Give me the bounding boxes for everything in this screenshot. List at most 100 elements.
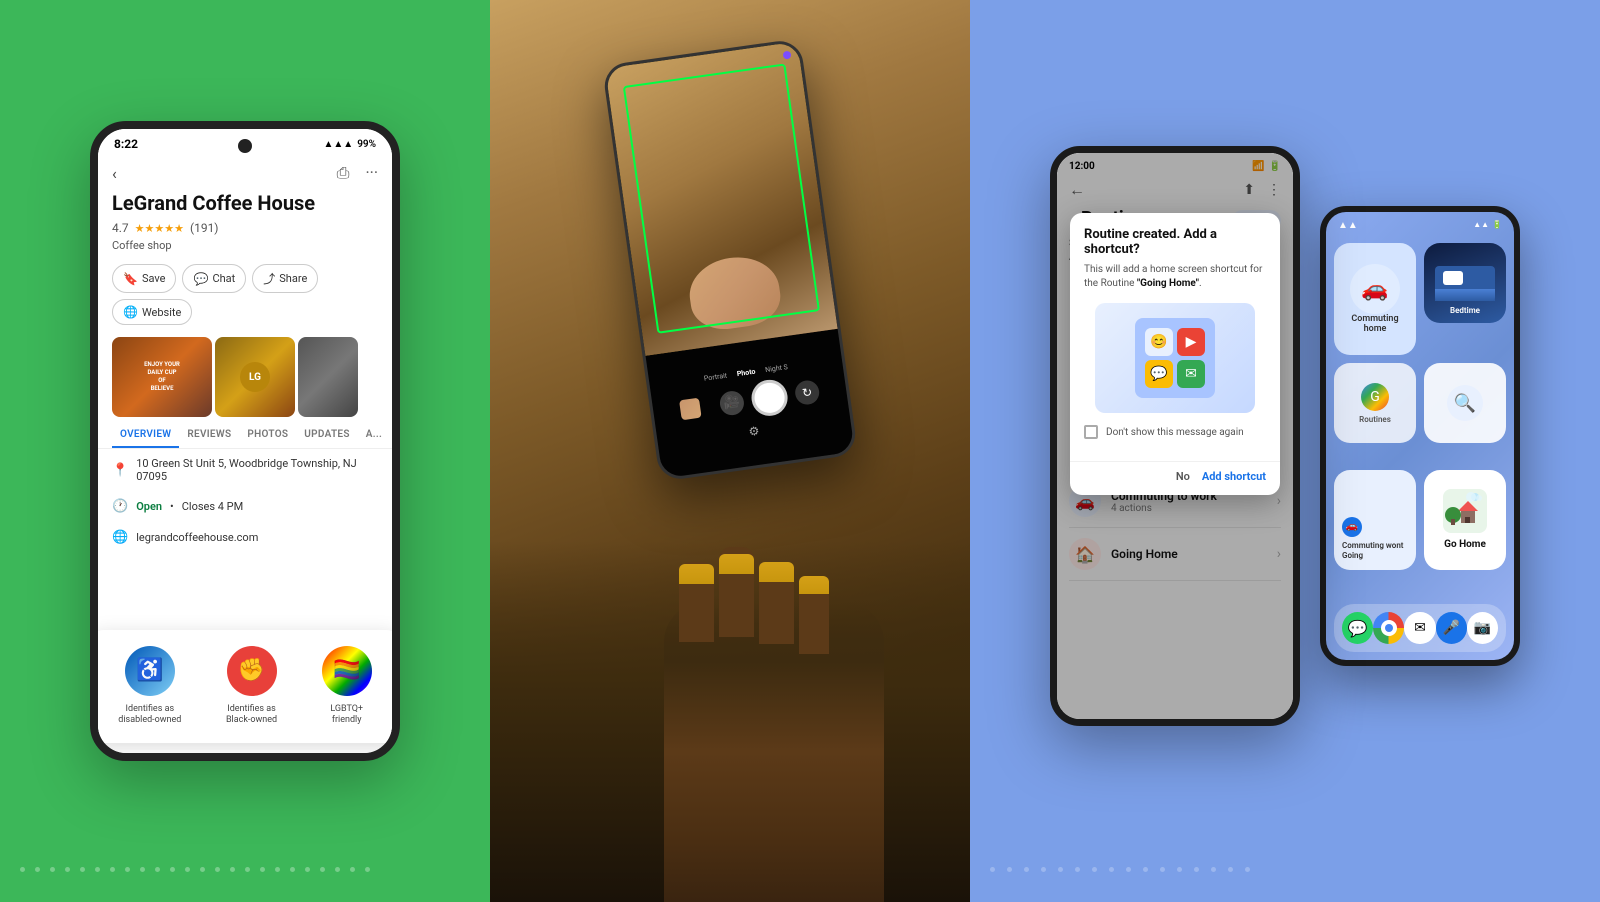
commuting-line1: Commuting wont xyxy=(1342,541,1403,550)
website-icon: 🌐 xyxy=(123,305,138,319)
bedtime-label: Bedtime xyxy=(1424,306,1506,315)
portrait-mode[interactable]: Portrait xyxy=(703,371,727,382)
go-home-icon xyxy=(1443,489,1487,533)
clock-icon: 🔍 xyxy=(1447,385,1483,421)
close-time: Closes 4 PM xyxy=(182,500,243,513)
hours-row: 🕐 Open • Closes 4 PM xyxy=(98,491,392,522)
website-button[interactable]: 🌐 Website xyxy=(112,299,192,325)
home-signal-icon: ▲▲ xyxy=(1473,220,1489,231)
tab-photos[interactable]: PHOTOS xyxy=(239,423,296,448)
finger-4 xyxy=(799,584,829,654)
status-time: 8:22 xyxy=(114,137,138,151)
stars-icon: ★★★★★ xyxy=(135,222,184,235)
shutter-area: 🎥 ↻ xyxy=(718,373,822,423)
routines-widget[interactable]: G Routines xyxy=(1334,363,1416,443)
messages-dock-icon[interactable]: 💬 xyxy=(1342,612,1373,644)
dialog-content: Routine created. Add a shortcut? This wi… xyxy=(1070,213,1280,461)
routines-screen: 12:00 📶 🔋 ← ⬆ ⋮ Routines xyxy=(1057,153,1293,719)
chrome-dock-icon[interactable] xyxy=(1373,612,1404,644)
lens-dock-icon[interactable]: 📷 xyxy=(1467,612,1498,644)
share-icon: ⤴ xyxy=(263,270,275,287)
commuting-line2: Going xyxy=(1342,551,1363,560)
photo-1[interactable]: ENJOY YOURDAILY CUPOFBELIEVE xyxy=(112,337,212,417)
share-label: Share xyxy=(279,272,307,285)
night-mode[interactable]: Night S xyxy=(765,363,789,374)
dialog-no-button[interactable]: No xyxy=(1176,470,1190,483)
place-tabs: OVERVIEW REVIEWS PHOTOS UPDATES A... xyxy=(98,423,392,449)
dialog-routine-name: "Going Home" xyxy=(1137,278,1199,289)
dialog-phone-image: 😊 ▶ 💬 ✉ xyxy=(1135,318,1215,398)
save-icon: 🔖 xyxy=(123,272,138,286)
lgbtq-icon: 🏳️‍🌈 xyxy=(322,646,372,696)
settings-icon[interactable]: ⚙ xyxy=(748,424,761,439)
signal-icon: ▲▲▲ xyxy=(323,139,353,150)
share-icon[interactable]: ⎙ xyxy=(337,163,350,183)
share-button[interactable]: ⤴ Share xyxy=(252,264,318,293)
coffee-sign-text: ENJOY YOURDAILY CUPOFBELIEVE xyxy=(144,361,180,392)
tab-overview[interactable]: OVERVIEW xyxy=(112,423,179,448)
camera-toggle-icon[interactable]: 🎥 xyxy=(718,389,745,416)
panel-routines: 12:00 📶 🔋 ← ⬆ ⋮ Routines xyxy=(970,0,1600,902)
photo-3[interactable] xyxy=(298,337,358,417)
mini-app-grid: 😊 ▶ 💬 ✉ xyxy=(1141,324,1209,392)
bedtime-widget[interactable]: Bedtime xyxy=(1424,243,1506,323)
dialog-add-shortcut-button[interactable]: Add shortcut xyxy=(1202,470,1266,483)
home-battery-icon: 🔋 xyxy=(1492,220,1502,231)
dont-show-checkbox[interactable] xyxy=(1084,425,1098,439)
routines-widget-label: Routines xyxy=(1359,415,1391,424)
home-widget-grid: 🚗 Commuting home B xyxy=(1326,235,1514,596)
blanket-shape xyxy=(1435,289,1495,301)
website-row[interactable]: 🌐 legrandcoffeehouse.com xyxy=(98,522,392,553)
hand-phone-scene: Portrait Photo Night S 🎥 ↻ ⚙ xyxy=(490,0,970,902)
home-time: ▲▲ xyxy=(1338,220,1358,231)
search-widget[interactable]: 🔍 xyxy=(1424,363,1506,443)
go-home-label: Go Home xyxy=(1444,539,1486,550)
shutter-button[interactable] xyxy=(749,377,790,418)
lgbtq-badge-item: 🏳️‍🌈 LGBTQ+friendly xyxy=(322,646,372,727)
nail-3 xyxy=(759,562,794,582)
commuting-label-widget[interactable]: 🚗 Commuting wont Going xyxy=(1334,470,1416,570)
thumbnail-preview[interactable] xyxy=(679,398,702,421)
bedtime-label-container: Bedtime xyxy=(1424,306,1506,315)
commuting-home-widget[interactable]: 🚗 Commuting home xyxy=(1334,243,1416,355)
shortcut-dialog: Routine created. Add a shortcut? This wi… xyxy=(1070,213,1280,495)
clock-widget-content: 🔍 xyxy=(1424,363,1506,443)
mini-app-message: ✉ xyxy=(1177,360,1205,388)
website-label: Website xyxy=(142,306,181,319)
tab-updates[interactable]: UPDATES xyxy=(296,423,357,448)
dialog-title: Routine created. Add a shortcut? xyxy=(1084,227,1266,257)
photo-mode[interactable]: Photo xyxy=(736,367,756,378)
photo-2[interactable]: LG xyxy=(215,337,295,417)
chrome-center xyxy=(1381,620,1397,636)
battery-text: 99% xyxy=(357,139,376,150)
back-chevron-icon[interactable]: ‹ xyxy=(112,164,117,183)
flip-camera-button[interactable]: ↻ xyxy=(794,379,821,406)
gmail-dock-icon[interactable]: ✉ xyxy=(1404,612,1435,644)
tab-reviews[interactable]: REVIEWS xyxy=(179,423,239,448)
panel-maps: 8:22 ▲▲▲ 99% ‹ ⎙ ··· LeGrand Coffee Hous… xyxy=(0,0,490,902)
more-icon[interactable]: ··· xyxy=(365,163,378,183)
home-screen-phone: ▲▲ ▲▲ 🔋 🚗 Commuting home xyxy=(1320,206,1520,666)
checkbox-label: Don't show this message again xyxy=(1106,427,1244,438)
globe-icon: 🌐 xyxy=(112,530,128,545)
rating-value: 4.7 xyxy=(112,221,129,235)
commute-widget-icon: 🚗 xyxy=(1350,264,1400,314)
chat-button[interactable]: 💬 Chat xyxy=(182,264,246,293)
microphone-dock-icon[interactable]: 🎤 xyxy=(1436,612,1467,644)
blue-dots-decoration xyxy=(990,867,1580,872)
coffee-logo: LG xyxy=(240,362,270,392)
website-url: legrandcoffeehouse.com xyxy=(136,531,258,544)
badges-card: ♿ Identifies asdisabled-owned ✊ Identifi… xyxy=(90,630,400,743)
tab-all[interactable]: A... xyxy=(358,423,390,448)
mini-app-chat: 💬 xyxy=(1145,360,1173,388)
dialog-illustration: 😊 ▶ 💬 ✉ xyxy=(1095,303,1255,413)
maps-header: ‹ ⎙ ··· xyxy=(98,155,392,191)
go-home-widget[interactable]: Go Home xyxy=(1424,470,1506,570)
clock-icon: 🕐 xyxy=(112,499,128,514)
checkbox-row: Don't show this message again xyxy=(1084,425,1266,439)
routines-widget-icon: G xyxy=(1361,383,1389,411)
save-button[interactable]: 🔖 Save xyxy=(112,264,176,293)
chat-icon: 💬 xyxy=(193,272,208,286)
chat-label: Chat xyxy=(212,272,235,285)
home-status-bar: ▲▲ ▲▲ 🔋 xyxy=(1326,212,1514,235)
